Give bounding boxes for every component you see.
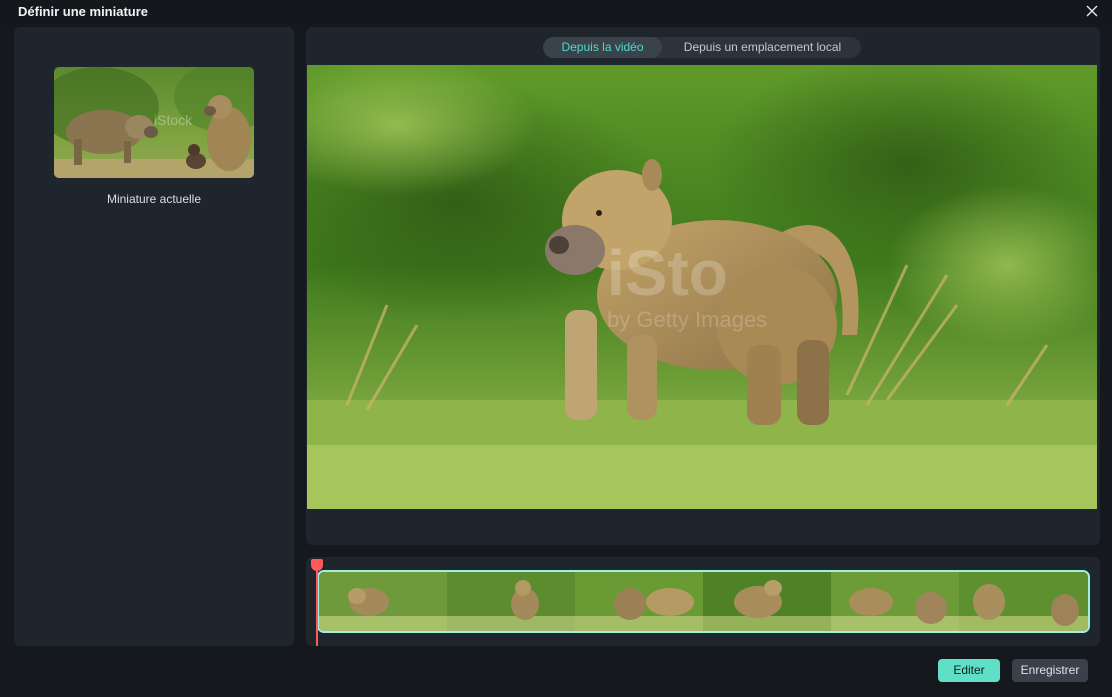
timeline-panel <box>306 557 1100 646</box>
playhead-line[interactable] <box>316 565 318 646</box>
tab-from-video[interactable]: Depuis la vidéo <box>543 37 662 58</box>
edit-button[interactable]: Editer <box>938 659 1000 682</box>
dialog-title: Définir une miniature <box>18 4 149 19</box>
film-frame <box>447 572 577 631</box>
close-icon[interactable] <box>1084 3 1100 19</box>
current-thumbnail-label: Miniature actuelle <box>106 192 202 206</box>
film-frame <box>959 572 1088 631</box>
video-preview: iSto by Getty Images <box>307 65 1097 509</box>
svg-text:iStock: iStock <box>154 112 193 128</box>
film-frame <box>831 572 961 631</box>
film-frame <box>319 572 449 631</box>
dialog-titlebar: Définir une miniature <box>0 0 1112 24</box>
film-frame <box>703 572 833 631</box>
current-thumbnail-image: iStock <box>54 67 254 178</box>
svg-text:iSto: iSto <box>607 237 728 309</box>
preview-panel: Depuis la vidéo Depuis un emplacement lo… <box>306 27 1100 545</box>
film-frame <box>575 572 705 631</box>
filmstrip[interactable] <box>317 570 1090 633</box>
current-thumbnail-panel: iStock Miniature actuelle <box>14 27 294 646</box>
tab-from-local[interactable]: Depuis un emplacement local <box>664 37 861 58</box>
source-tabs: Depuis la vidéo Depuis un emplacement lo… <box>543 37 861 58</box>
svg-text:by Getty Images: by Getty Images <box>607 307 767 332</box>
save-button[interactable]: Enregistrer <box>1012 659 1088 682</box>
